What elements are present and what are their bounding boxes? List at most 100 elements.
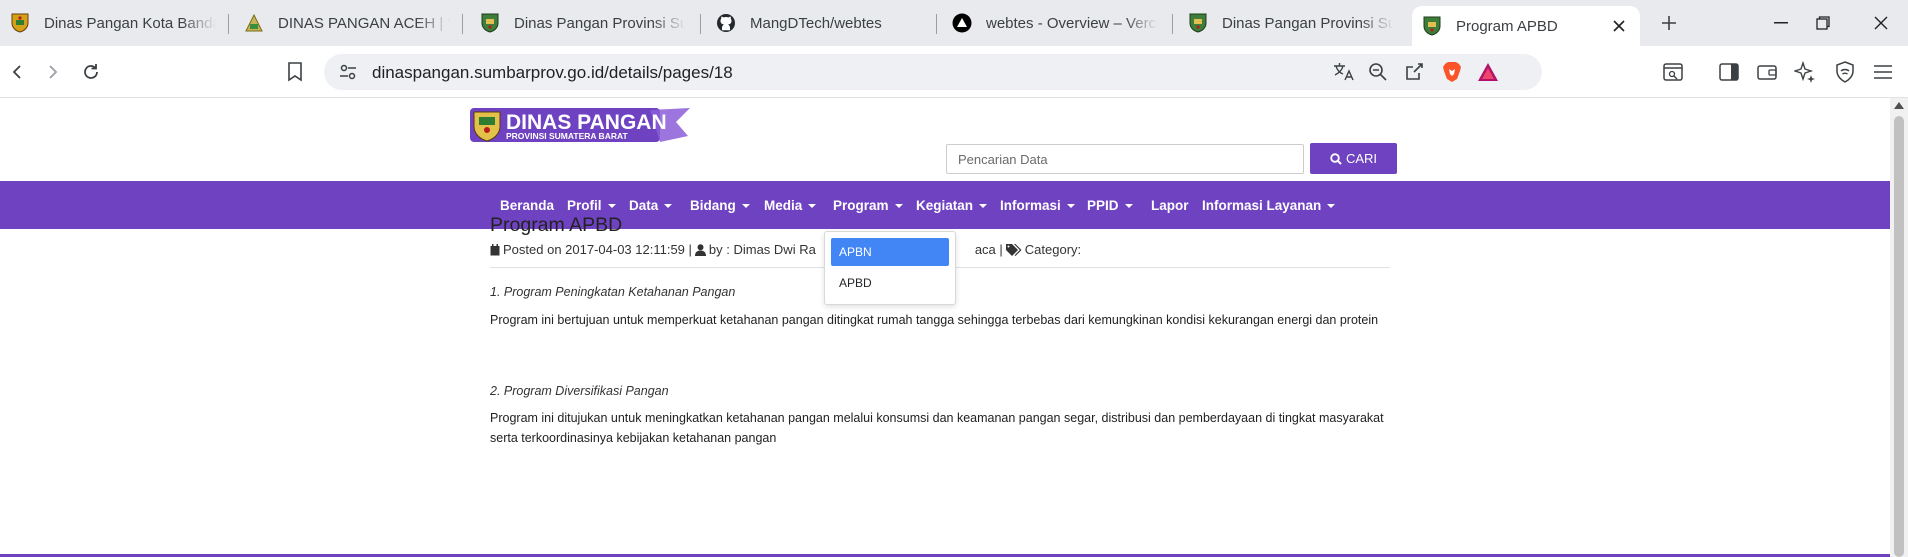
caret-down-icon <box>1066 203 1075 208</box>
new-tab-button[interactable] <box>1656 10 1682 36</box>
caret-down-icon <box>664 203 673 208</box>
brave-shields-icon[interactable] <box>1440 60 1464 84</box>
url-text[interactable]: dinaspangan.sumbarprov.go.id/details/pag… <box>372 63 733 83</box>
tab-2[interactable]: DINAS PANGAN ACEH | W <box>234 6 460 40</box>
nav-label: Beranda <box>500 197 555 213</box>
tab-title: Program APBD <box>1456 17 1558 35</box>
calendar-icon <box>490 243 500 255</box>
meta-posted: Posted on 2017-04-03 12:11:59 | <box>503 242 692 257</box>
site-logo[interactable]: DINAS PANGAN PROVINSI SUMATERA BARAT <box>470 106 692 146</box>
nav-label: Data <box>629 197 659 213</box>
nav-informasi-layanan[interactable]: Informasi Layanan <box>1202 181 1336 229</box>
close-tab-icon[interactable] <box>1608 15 1630 37</box>
crest-icon <box>1188 13 1208 33</box>
nav-label: Informasi Layanan <box>1202 197 1322 213</box>
caret-down-icon <box>979 203 988 208</box>
meta-category: Category: <box>1024 242 1082 257</box>
caret-down-icon <box>808 203 817 208</box>
leo-ai-icon[interactable] <box>1792 59 1818 85</box>
page-viewport: DINAS PANGAN PROVINSI SUMATERA BARAT CAR… <box>0 98 1908 557</box>
browser-toolbar: dinaspangan.sumbarprov.go.id/details/pag… <box>0 46 1908 120</box>
nav-informasi[interactable]: Informasi <box>1000 181 1075 229</box>
section-body: Program ini ditujukan untuk meningkatkan… <box>490 411 1384 445</box>
tab-active-program-apbd[interactable]: Program APBD <box>1412 6 1640 46</box>
tab-title: DINAS PANGAN ACEH | W <box>278 14 450 32</box>
main-navbar: Beranda Profil Data Bidang Media Program… <box>0 181 1890 229</box>
section-body: Program ini bertujuan untuk memperkuat k… <box>490 313 1379 327</box>
tab-title: Dinas Pangan Provinsi Sum <box>1222 14 1394 32</box>
nav-kegiatan[interactable]: Kegiatan <box>916 181 988 229</box>
tab-title: Dinas Pangan Kota Bandar <box>44 14 216 32</box>
crest-icon <box>1422 16 1442 36</box>
tags-icon <box>1005 243 1022 256</box>
share-icon[interactable] <box>1402 60 1426 84</box>
page-title: Program APBD <box>490 214 623 236</box>
back-icon[interactable] <box>4 59 30 85</box>
nav-program[interactable]: Program <box>833 181 903 229</box>
aceh-crest-icon <box>244 13 264 33</box>
restore-window-icon[interactable] <box>1808 10 1838 36</box>
tab-5[interactable]: webtes - Overview – Verce <box>942 6 1168 40</box>
search-button[interactable]: CARI <box>1310 143 1397 174</box>
tab-1[interactable]: Dinas Pangan Kota Bandar <box>0 6 226 40</box>
nav-label: Informasi <box>1000 197 1061 213</box>
vercel-icon <box>952 13 972 33</box>
meta-author: by : Dimas Dwi Ra <box>708 242 816 257</box>
vpn-shield-icon[interactable] <box>1832 59 1858 85</box>
dropdown-item-apbd[interactable]: APBD <box>831 269 949 297</box>
caret-down-icon <box>1124 203 1133 208</box>
bookmark-icon[interactable] <box>282 59 308 85</box>
nav-label: Bidang <box>690 197 736 213</box>
section-heading: 1. Program Peningkatan Ketahanan Pangan <box>490 285 736 299</box>
nav-ppid[interactable]: PPID <box>1087 181 1133 229</box>
nav-label: Program <box>833 197 889 213</box>
search-input[interactable] <box>946 144 1304 174</box>
sidebar-toggle-icon[interactable] <box>1716 59 1742 85</box>
close-window-icon[interactable] <box>1866 10 1896 36</box>
meta-read-count: aca | <box>974 242 1003 257</box>
translate-icon[interactable] <box>1332 60 1356 84</box>
tab-title: MangDTech/webtes <box>750 14 882 32</box>
forward-icon[interactable] <box>40 59 66 85</box>
reading-mode-icon[interactable] <box>1660 59 1686 85</box>
tab-separator <box>228 14 229 34</box>
scroll-up-icon[interactable] <box>1894 102 1904 109</box>
nav-media[interactable]: Media <box>764 181 817 229</box>
tab-4[interactable]: MangDTech/webtes <box>706 6 932 40</box>
menu-icon[interactable] <box>1870 59 1896 85</box>
site-settings-icon[interactable] <box>336 60 360 84</box>
github-icon <box>716 13 736 33</box>
tab-separator <box>462 14 463 34</box>
tab-strip: Dinas Pangan Kota Bandar DINAS PANGAN AC… <box>0 0 1908 46</box>
reload-icon[interactable] <box>78 59 104 85</box>
caret-down-icon <box>607 203 616 208</box>
search-icon <box>1330 152 1342 165</box>
tab-separator <box>700 14 701 34</box>
caret-down-icon <box>741 203 750 208</box>
scrollbar-thumb[interactable] <box>1894 116 1904 557</box>
nav-label: Profil <box>567 197 602 213</box>
logo-subtitle: PROVINSI SUMATERA BARAT <box>506 131 628 141</box>
tab-3[interactable]: Dinas Pangan Provinsi Sum <box>470 6 696 40</box>
tab-title: webtes - Overview – Verce <box>986 14 1158 32</box>
minimize-window-icon[interactable] <box>1766 10 1796 36</box>
nav-label: Lapor <box>1151 197 1189 213</box>
caret-down-icon <box>1327 203 1336 208</box>
crest-icon <box>480 13 500 33</box>
wallet-icon[interactable] <box>1754 59 1780 85</box>
dropdown-item-apbn[interactable]: APBN <box>831 238 949 266</box>
nav-bidang[interactable]: Bidang <box>690 181 750 229</box>
section-heading: 2. Program Diversifikasi Pangan <box>490 384 669 398</box>
caret-down-icon <box>894 203 903 208</box>
nav-lapor[interactable]: Lapor <box>1151 181 1189 229</box>
brave-rewards-icon[interactable] <box>1476 60 1500 84</box>
address-bar[interactable]: dinaspangan.sumbarprov.go.id/details/pag… <box>324 54 1542 90</box>
nav-label: Media <box>764 197 803 213</box>
tab-separator <box>936 14 937 34</box>
page-scrollbar[interactable] <box>1890 98 1908 557</box>
nav-data[interactable]: Data <box>629 181 673 229</box>
tab-6[interactable]: Dinas Pangan Provinsi Sum <box>1178 6 1404 40</box>
zoom-out-icon[interactable] <box>1366 60 1390 84</box>
crest-icon <box>10 13 30 33</box>
program-dropdown-menu: APBN APBD <box>824 231 956 305</box>
